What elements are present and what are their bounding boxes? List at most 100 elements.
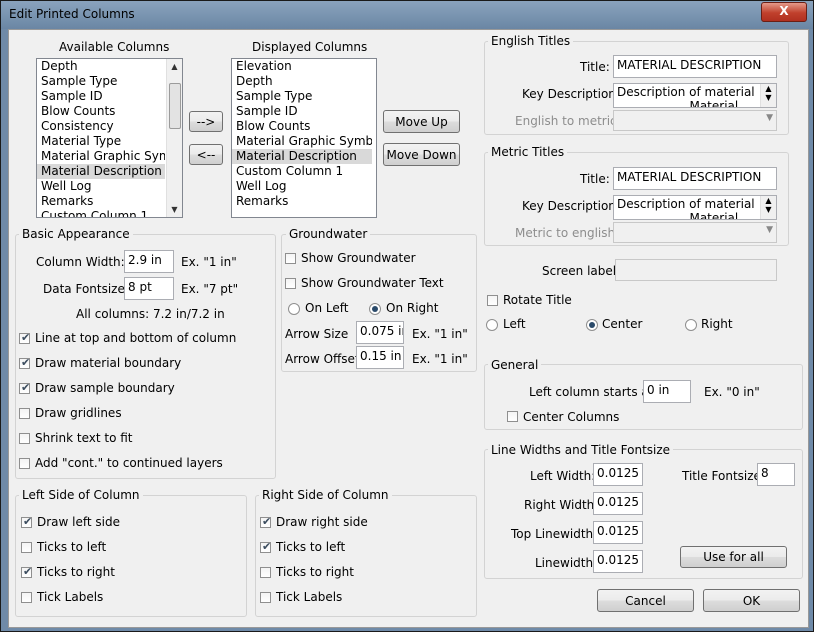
show-groundwater-text-checkbox[interactable] [285,278,296,289]
list-item[interactable]: Material Type [37,134,165,149]
all-columns-width: All columns: 7.2 in/7.2 in [76,307,225,321]
english-key-description-input[interactable]: Description of material ................… [613,83,777,108]
option-checkbox[interactable]: ✔ [21,565,32,578]
top-linewidth-input[interactable]: 0.0125 in [593,521,643,544]
align-right-radio[interactable] [685,319,697,331]
arrow-offset-input[interactable]: 0.15 in [356,346,404,369]
gw-on-right-radio[interactable] [369,303,381,315]
list-item[interactable]: Well Log [37,179,165,194]
option-label: Draw right side [276,515,368,529]
metric-key-scrollbar[interactable]: ▲ ▼ [760,196,776,219]
list-item[interactable]: Material Graphic Sym... [37,149,165,164]
close-button[interactable]: X [761,2,807,22]
linewidth-input[interactable]: 0.0125 in [593,550,643,573]
option-checkbox[interactable]: ✔ [260,540,271,553]
scroll-up-icon[interactable]: ▲ [761,196,776,205]
center-columns-checkbox[interactable] [507,411,518,422]
left-side-label: Left Side of Column [19,488,143,502]
left-width-label: Left Width: [530,469,596,483]
title-fontsize-input[interactable]: 8 [757,463,795,486]
option-checkbox[interactable]: ✔ [19,356,30,369]
list-item[interactable]: Material Graphic Symbol [232,134,372,149]
screen-label-input[interactable] [615,259,777,281]
list-item[interactable]: Well Log [232,179,372,194]
use-for-all-button[interactable]: Use for all [680,546,787,568]
list-item[interactable]: Custom Column 1 [37,209,165,217]
option-checkbox[interactable]: ✔ [21,515,32,528]
option-label: Tick Labels [37,590,104,604]
metric-title-input[interactable]: MATERIAL DESCRIPTION [613,167,777,190]
english-to-metric-select[interactable]: ▼ [613,110,777,131]
scroll-up-icon[interactable]: ▲ [167,59,182,74]
list-item[interactable]: Sample ID [232,104,372,119]
available-columns-list[interactable]: Depth Sample Type Sample ID Blow Counts Cons… [36,58,183,218]
align-left-radio[interactable] [486,319,498,331]
column-width-example: Ex. "1 in" [181,255,237,269]
scroll-down-icon[interactable]: ▼ [167,202,182,217]
align-center-radio[interactable] [586,319,598,331]
option-label: Ticks to left [37,540,107,554]
column-width-input[interactable]: 2.9 in [124,250,174,273]
list-item[interactable]: Depth [37,59,165,74]
list-item[interactable]: Material Description [232,149,372,164]
right-width-input[interactable]: 0.0125 in [593,492,643,515]
arrow-size-input[interactable]: 0.075 in [356,321,404,344]
option-checkbox[interactable] [19,433,30,444]
move-up-button[interactable]: Move Up [383,110,460,133]
option-checkbox[interactable] [21,592,32,603]
column-width-label: Column Width: [36,255,125,269]
dialog-body: Available Columns Depth Sample Type Sample… [8,29,809,628]
option-checkbox[interactable] [260,567,271,578]
scroll-down-icon[interactable]: ▼ [761,205,776,214]
list-item[interactable]: Custom Column 1 [232,164,372,179]
metric-key-description-input[interactable]: Description of material ................… [613,195,777,220]
scroll-up-icon[interactable]: ▲ [761,84,776,93]
align-right-label: Right [701,317,733,331]
left-column-start-input[interactable]: 0 in [643,380,691,403]
data-fontsize-label: Data Fontsize: [43,282,129,296]
option-checkbox[interactable] [19,408,30,419]
move-down-button[interactable]: Move Down [383,143,460,166]
option-checkbox[interactable]: ✔ [19,331,30,344]
available-list-scrollbar[interactable]: ▲ ▼ [166,59,182,217]
scroll-down-icon[interactable]: ▼ [761,93,776,102]
scroll-thumb[interactable] [169,83,181,129]
remove-column-button[interactable]: <-- [189,144,223,165]
metric-to-english-select[interactable]: ▼ [613,222,777,243]
option-checkbox[interactable] [21,542,32,553]
list-item[interactable]: Sample Type [37,74,165,89]
list-item[interactable]: Remarks [37,194,165,209]
cancel-button[interactable]: Cancel [597,589,694,612]
left-width-input[interactable]: 0.0125 in [593,463,643,486]
option-checkbox[interactable] [260,592,271,603]
gw-on-left-radio[interactable] [288,303,300,315]
list-item[interactable]: Consistency [37,119,165,134]
list-item[interactable]: Elevation [232,59,372,74]
list-item[interactable]: Sample ID [37,89,165,104]
list-item[interactable]: Blow Counts [232,119,372,134]
displayed-columns-label: Displayed Columns [252,40,368,54]
add-column-button[interactable]: --> [189,111,223,132]
show-groundwater-checkbox[interactable] [285,253,296,264]
option-checkbox[interactable]: ✔ [19,381,30,394]
option-checkbox[interactable]: ✔ [260,515,271,528]
metric-key-text: Description of material ................… [617,197,755,220]
option-checkbox[interactable] [19,458,30,469]
right-side-label: Right Side of Column [259,488,392,502]
metric-titles-label: Metric Titles [488,145,568,159]
list-item[interactable]: Material Description [37,164,165,179]
arrow-offset-example: Ex. "1 in" [412,352,468,366]
option-label: Draw left side [37,515,120,529]
data-fontsize-input[interactable]: 8 pt [124,277,174,300]
english-title-input[interactable]: MATERIAL DESCRIPTION [613,55,777,78]
rotate-title-checkbox[interactable] [487,295,498,306]
english-title-label: Title: [580,60,610,74]
list-item[interactable]: Remarks [232,194,372,209]
english-key-scrollbar[interactable]: ▲ ▼ [760,84,776,107]
list-item[interactable]: Sample Type [232,89,372,104]
ok-button[interactable]: OK [703,589,800,612]
list-item[interactable]: Depth [232,74,372,89]
displayed-columns-list[interactable]: Elevation Depth Sample Type Sample ID Blow C… [231,58,377,218]
list-item[interactable]: Blow Counts [37,104,165,119]
general-label: General [488,358,542,372]
